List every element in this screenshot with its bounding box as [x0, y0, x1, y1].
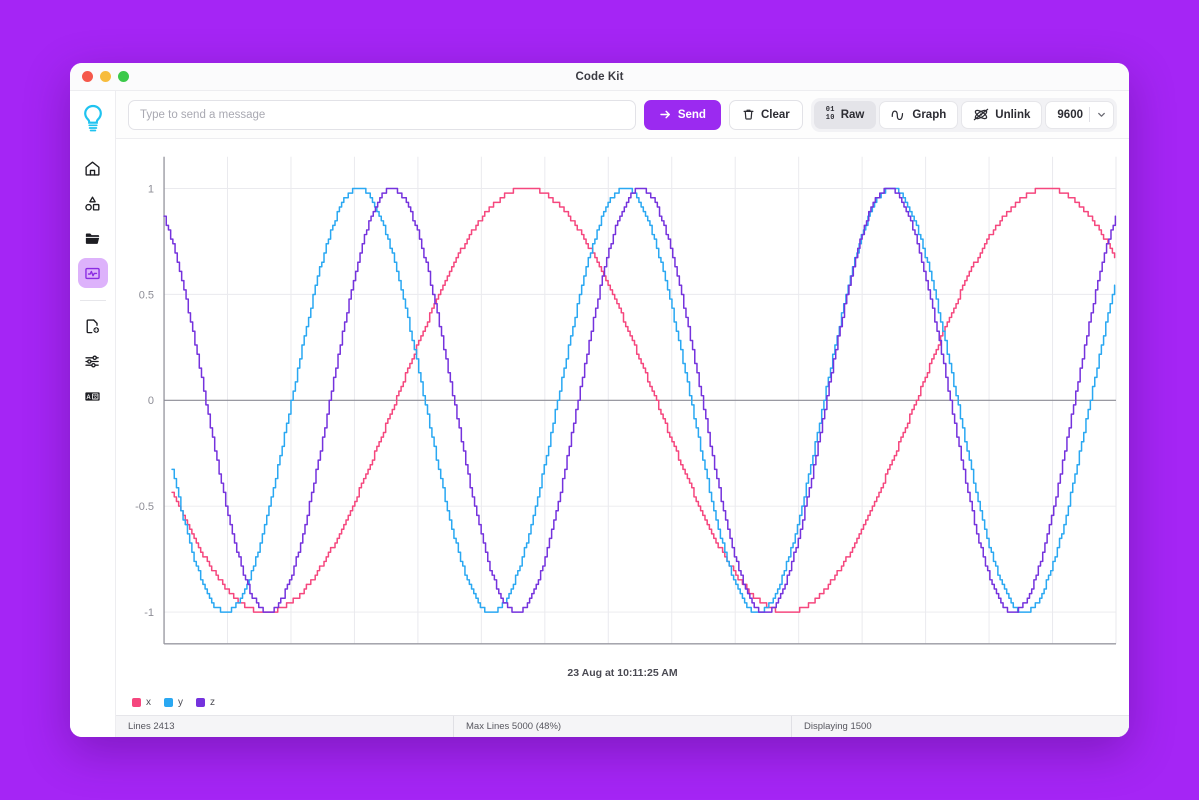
y-tick-label: 0.5: [139, 289, 154, 301]
send-button[interactable]: Send: [644, 100, 721, 130]
title-bar: Code Kit: [70, 63, 1129, 91]
view-mode-group: 0110 Raw Graph: [811, 98, 1117, 132]
sidebar-item-language[interactable]: A 文: [78, 381, 108, 411]
legend-item-y[interactable]: y: [164, 697, 183, 708]
maximize-button[interactable]: [118, 71, 129, 82]
tab-graph[interactable]: Graph: [879, 101, 958, 129]
sidebar-divider: [80, 300, 106, 301]
legend-label-z: z: [210, 697, 215, 708]
sidebar-item-settings[interactable]: [78, 346, 108, 376]
legend-swatch-z: [196, 698, 205, 707]
status-max-lines: Max Lines 5000 (48%): [454, 716, 792, 738]
sidebar: A 文: [70, 91, 116, 737]
unlink-button[interactable]: Unlink: [961, 101, 1042, 129]
main-panel: Send Clear 0110 Raw: [116, 91, 1129, 737]
legend-swatch-y: [164, 698, 173, 707]
baud-rate-select[interactable]: 9600: [1045, 101, 1114, 129]
window-controls: [70, 71, 129, 82]
status-lines: Lines 2413: [116, 716, 454, 738]
legend-label-y: y: [178, 697, 183, 708]
binary-icon: 0110: [826, 107, 835, 122]
sidebar-item-files[interactable]: [78, 223, 108, 253]
baud-rate-value: 9600: [1057, 109, 1083, 121]
chart-legend: x y z: [116, 689, 1129, 715]
y-tick-label: -1: [144, 607, 154, 619]
trash-icon: [742, 108, 755, 121]
close-button[interactable]: [82, 71, 93, 82]
status-bar: Lines 2413 Max Lines 5000 (48%) Displayi…: [116, 715, 1129, 737]
legend-item-z[interactable]: z: [196, 697, 215, 708]
chevron-down-icon[interactable]: [1096, 109, 1107, 120]
window-body: A 文 Send: [70, 91, 1129, 737]
clear-button-label: Clear: [761, 109, 790, 121]
lightbulb-logo: [78, 101, 108, 135]
graph-area[interactable]: 1 0.5 0 -0.5 -1 23 Aug at 10:11:25 AM: [116, 139, 1129, 689]
arrow-right-icon: [659, 108, 672, 121]
minimize-button[interactable]: [100, 71, 111, 82]
x-axis-label: 23 Aug at 10:11:25 AM: [567, 668, 677, 679]
sidebar-item-new-file[interactable]: [78, 311, 108, 341]
legend-swatch-x: [132, 698, 141, 707]
y-tick-label: -0.5: [135, 501, 154, 513]
tab-raw-label: Raw: [841, 109, 865, 121]
legend-label-x: x: [146, 697, 151, 708]
legend-item-x[interactable]: x: [132, 697, 151, 708]
tab-raw[interactable]: 0110 Raw: [814, 101, 877, 129]
serial-plot: 1 0.5 0 -0.5 -1 23 Aug at 10:11:25 AM: [116, 145, 1129, 689]
wave-icon: [891, 109, 906, 120]
unlink-icon: [973, 108, 989, 121]
sidebar-item-home[interactable]: [78, 153, 108, 183]
y-tick-label: 1: [148, 184, 154, 196]
serial-toolbar: Send Clear 0110 Raw: [116, 91, 1129, 139]
unlink-button-label: Unlink: [995, 109, 1030, 121]
baud-separator: [1089, 107, 1090, 122]
y-tick-label: 0: [148, 395, 154, 407]
sidebar-item-serial-monitor[interactable]: [78, 258, 108, 288]
app-window: Code Kit: [70, 63, 1129, 737]
send-button-label: Send: [678, 109, 706, 121]
svg-text:A: A: [86, 394, 91, 400]
clear-button[interactable]: Clear: [729, 100, 803, 130]
tab-graph-label: Graph: [912, 109, 946, 121]
sidebar-item-blocks[interactable]: [78, 188, 108, 218]
window-title: Code Kit: [70, 71, 1129, 83]
message-input[interactable]: [128, 100, 636, 130]
status-displaying: Displaying 1500: [792, 716, 1129, 738]
